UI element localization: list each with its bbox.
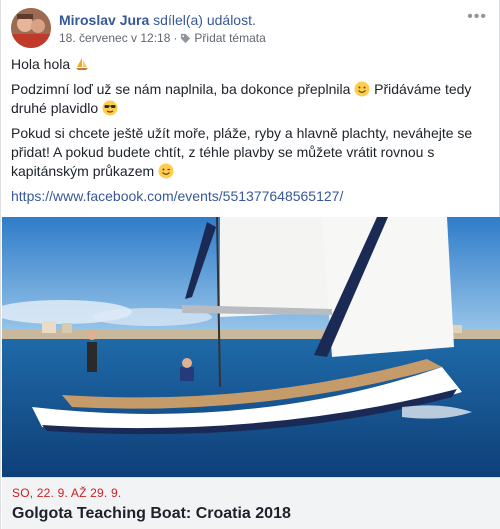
smile-icon xyxy=(354,81,370,97)
event-cover-photo[interactable] xyxy=(2,217,500,477)
paragraph-2: Podzimní loď už se nám naplnila, ba doko… xyxy=(11,80,493,118)
author-avatar[interactable] xyxy=(11,8,51,48)
author-line: Miroslav Jura sdílel(a) událost. xyxy=(59,11,256,29)
event-url-link[interactable]: https://www.facebook.com/events/55137764… xyxy=(11,188,343,204)
post-card: Miroslav Jura sdílel(a) událost. 18. čer… xyxy=(0,0,500,529)
paragraph-1-text: Hola hola xyxy=(11,56,71,72)
event-footer[interactable]: SO, 22. 9. AŽ 29. 9. Golgota Teaching Bo… xyxy=(2,477,500,529)
paragraph-1: Hola hola xyxy=(11,55,493,74)
event-title[interactable]: Golgota Teaching Boat: Croatia 2018 xyxy=(12,505,291,523)
author-name[interactable]: Miroslav Jura xyxy=(59,12,149,28)
paragraph-2a-text: Podzimní loď už se nám naplnila, ba doko… xyxy=(11,81,351,97)
post-body: Hola hola Podzimní loď už se nám naplnil… xyxy=(11,55,493,212)
paragraph-link: https://www.facebook.com/events/55137764… xyxy=(11,187,493,206)
post-meta: 18. červenec v 12:18 · Přidat témata xyxy=(59,30,266,46)
paragraph-3-text: Pokud si chcete ještě užít moře, pláže, … xyxy=(11,125,473,179)
sailboat-icon xyxy=(76,58,89,70)
more-dots-icon[interactable]: ••• xyxy=(467,8,487,26)
post-header: Miroslav Jura sdílel(a) událost. 18. čer… xyxy=(11,8,491,48)
post-timestamp[interactable]: 18. červenec v 12:18 xyxy=(59,30,170,46)
add-topics-link[interactable]: Přidat témata xyxy=(194,30,265,46)
meta-separator: · xyxy=(173,31,178,45)
paragraph-3: Pokud si chcete ještě užít moře, pláže, … xyxy=(11,124,493,181)
sunglasses-icon xyxy=(102,100,118,116)
share-action[interactable]: sdílel(a) událost. xyxy=(153,12,256,28)
tag-icon xyxy=(181,33,191,43)
wink-icon xyxy=(158,163,174,179)
event-date: SO, 22. 9. AŽ 29. 9. xyxy=(12,486,122,500)
